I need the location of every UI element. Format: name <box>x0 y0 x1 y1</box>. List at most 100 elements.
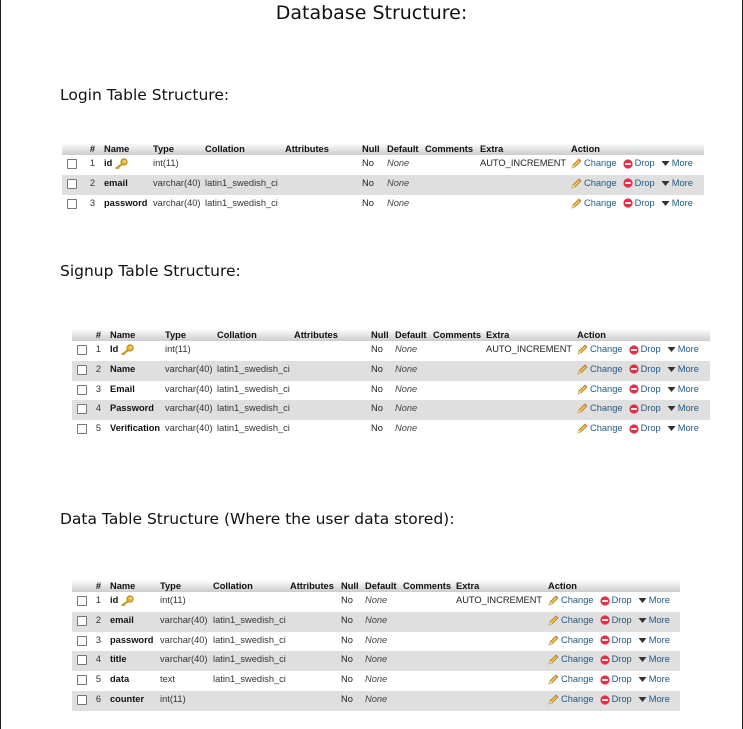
more-dropdown[interactable]: More <box>667 422 699 434</box>
row-select-checkbox[interactable] <box>77 384 87 395</box>
row-select-checkbox[interactable] <box>77 345 87 356</box>
drop-link[interactable]: Drop <box>599 693 632 705</box>
drop-label: Drop <box>640 383 661 394</box>
more-label: More <box>671 197 693 208</box>
more-dropdown[interactable]: More <box>661 157 693 169</box>
drop-link[interactable]: Drop <box>599 673 632 685</box>
change-link[interactable]: Change <box>577 422 623 434</box>
row-select-checkbox[interactable] <box>77 635 87 646</box>
row-select-checkbox[interactable] <box>77 675 87 686</box>
field-collation: latin1_swedish_ci <box>217 383 290 394</box>
more-dropdown[interactable]: More <box>661 197 693 209</box>
cell-comments <box>401 592 454 612</box>
change-link[interactable]: Change <box>571 197 617 209</box>
more-dropdown[interactable]: More <box>661 177 693 189</box>
cell-comments <box>423 174 478 195</box>
cell-action: Change Drop More <box>546 631 680 652</box>
change-link[interactable]: Change <box>548 693 594 705</box>
data-structure-table: # Name Type Collation Attributes Null Default C… <box>72 580 680 711</box>
field-default: None <box>395 344 418 354</box>
change-link[interactable]: Change <box>548 673 594 685</box>
drop-link[interactable]: Drop <box>599 614 632 626</box>
more-dropdown[interactable]: More <box>667 363 699 375</box>
cell-attributes <box>292 360 369 381</box>
more-dropdown[interactable]: More <box>667 383 699 395</box>
pencil-icon <box>548 615 559 626</box>
cell-action: Change Drop More <box>569 194 704 215</box>
more-dropdown[interactable]: More <box>638 634 670 646</box>
row-select-checkbox[interactable] <box>77 655 87 666</box>
more-dropdown[interactable]: More <box>667 343 699 355</box>
change-link[interactable]: Change <box>571 157 617 169</box>
more-dropdown[interactable]: More <box>638 693 670 705</box>
cell-num: 5 <box>89 420 108 440</box>
row-select-checkbox[interactable] <box>67 159 77 170</box>
more-label: More <box>671 177 693 188</box>
row-select-checkbox[interactable] <box>77 404 87 415</box>
drop-link[interactable]: Drop <box>599 594 632 606</box>
cell-collation <box>203 155 283 175</box>
change-link[interactable]: Change <box>548 614 594 626</box>
row-select-checkbox[interactable] <box>77 615 87 626</box>
cell-name: password <box>102 194 151 215</box>
drop-link[interactable]: Drop <box>599 653 632 665</box>
cell-default: None <box>393 380 431 401</box>
change-link[interactable]: Change <box>548 634 594 646</box>
field-default: None <box>395 363 418 374</box>
change-link[interactable]: Change <box>571 177 617 189</box>
drop-link[interactable]: Drop <box>622 177 655 189</box>
more-dropdown[interactable]: More <box>667 402 699 414</box>
change-link[interactable]: Change <box>577 363 623 375</box>
cell-null: No <box>369 341 393 361</box>
row-select-checkbox[interactable] <box>77 364 87 375</box>
field-collation: latin1_swedish_ci <box>205 177 278 188</box>
more-label: More <box>677 363 699 374</box>
drop-link[interactable]: Drop <box>628 343 661 355</box>
row-select-checkbox[interactable] <box>77 424 87 435</box>
row-select-checkbox[interactable] <box>67 178 77 189</box>
cell-null: No <box>339 611 363 632</box>
change-link[interactable]: Change <box>577 402 623 414</box>
drop-link[interactable]: Drop <box>628 402 661 414</box>
change-link[interactable]: Change <box>548 594 594 606</box>
row-select-checkbox[interactable] <box>77 695 87 706</box>
primary-key-icon <box>115 158 128 170</box>
header-action: Action <box>575 329 710 341</box>
cell-attributes <box>288 592 339 612</box>
change-link[interactable]: Change <box>548 653 594 665</box>
change-link[interactable]: Change <box>577 383 623 395</box>
cell-type: int(11) <box>158 592 211 612</box>
cell-name: Verification <box>108 420 163 440</box>
change-link[interactable]: Change <box>577 343 623 355</box>
dropdown-triangle-icon <box>667 366 676 372</box>
cell-collation: latin1_swedish_ci <box>203 174 283 195</box>
cell-type: varchar(40) <box>158 631 211 652</box>
drop-link[interactable]: Drop <box>622 157 655 169</box>
drop-link[interactable]: Drop <box>628 422 661 434</box>
more-dropdown[interactable]: More <box>638 614 670 626</box>
pencil-icon <box>548 635 559 646</box>
change-label: Change <box>590 403 623 414</box>
cell-attributes <box>292 380 369 401</box>
field-type: varchar(40) <box>160 634 208 645</box>
more-label: More <box>648 614 670 625</box>
field-type: varchar(40) <box>165 423 213 434</box>
field-default: None <box>395 403 418 414</box>
row-select-checkbox[interactable] <box>67 198 77 209</box>
cell-action: Change Drop More <box>575 400 710 421</box>
drop-circle-icon <box>628 344 639 355</box>
change-label: Change <box>584 197 617 208</box>
drop-link[interactable]: Drop <box>622 197 655 209</box>
more-dropdown[interactable]: More <box>638 653 670 665</box>
more-dropdown[interactable]: More <box>638 673 670 685</box>
cell-attributes <box>288 671 339 691</box>
drop-link[interactable]: Drop <box>599 634 632 646</box>
drop-link[interactable]: Drop <box>628 363 661 375</box>
cell-type: varchar(40) <box>163 360 215 381</box>
table-row: 2 email varchar(40) latin1_swedish_ci No None… <box>72 611 680 632</box>
row-select-checkbox[interactable] <box>77 596 87 607</box>
header-number: # <box>83 143 102 155</box>
header-attributes: Attributes <box>288 580 339 592</box>
more-dropdown[interactable]: More <box>638 594 670 606</box>
drop-link[interactable]: Drop <box>628 383 661 395</box>
